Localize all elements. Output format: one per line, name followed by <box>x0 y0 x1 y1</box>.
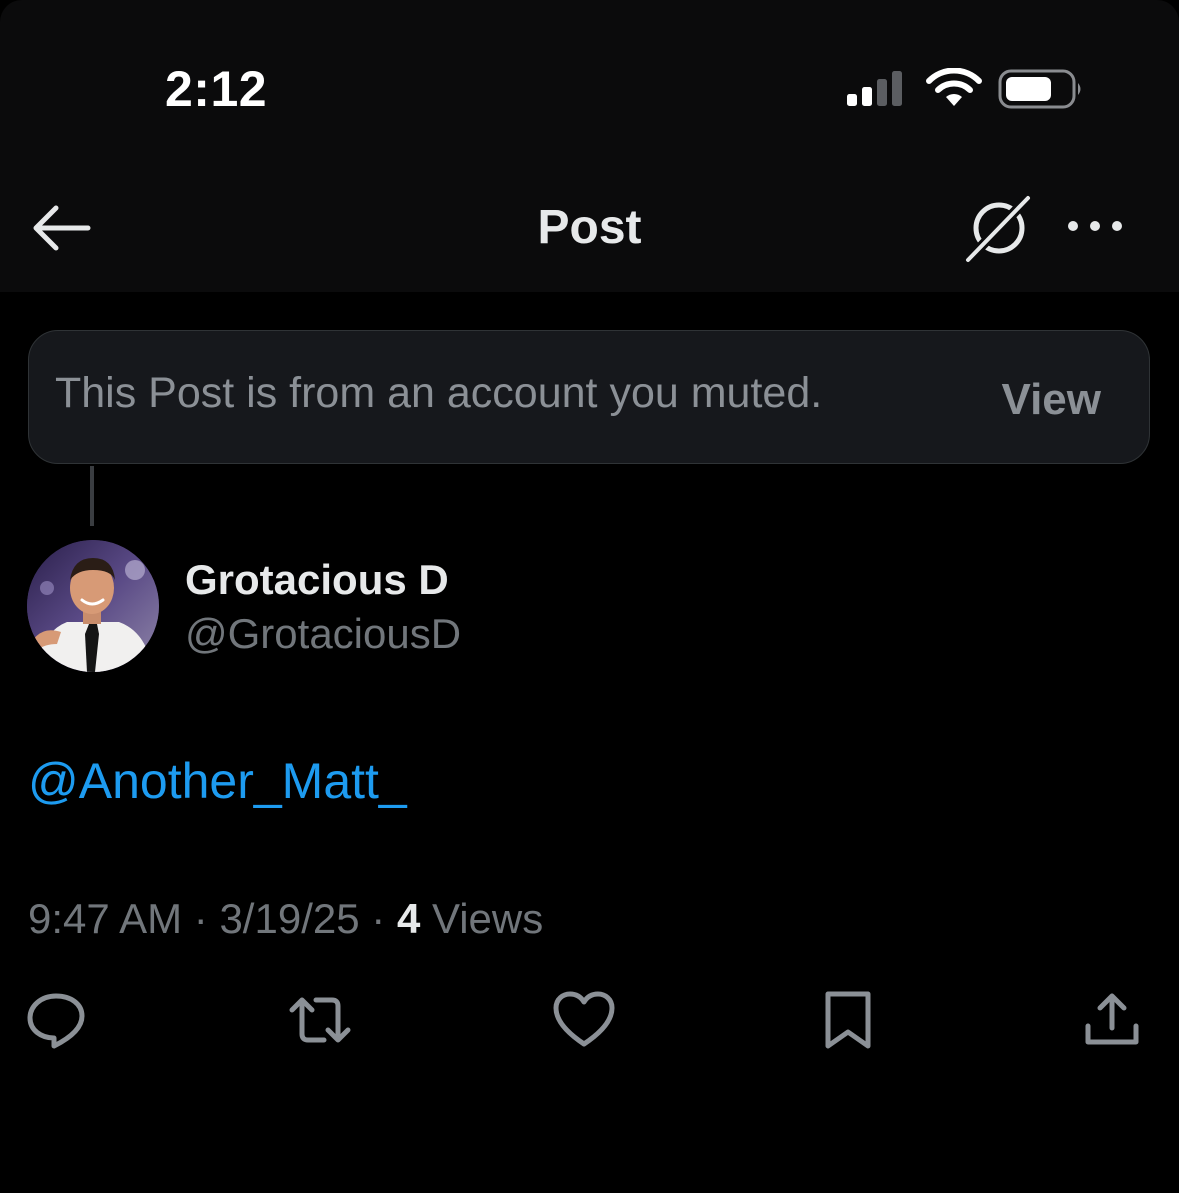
thread-connector-line <box>90 466 94 526</box>
more-options-button[interactable] <box>1062 208 1128 244</box>
muted-post-banner: This Post is from an account you muted. … <box>28 330 1150 464</box>
meta-separator: · <box>193 895 208 942</box>
view-muted-post-button[interactable]: View <box>1002 375 1101 425</box>
more-options-icon <box>1068 221 1122 231</box>
bookmark-icon <box>825 991 871 1049</box>
status-time: 2:12 <box>165 61 268 117</box>
views-count: 4 <box>396 895 421 942</box>
views-label: Views <box>431 895 544 942</box>
author-display-name[interactable]: Grotacious D <box>185 556 449 604</box>
avatar-photo <box>27 540 159 672</box>
post-mention-link[interactable]: @Another_Matt_ <box>28 752 407 810</box>
post-date: 3/19/25 <box>219 895 360 942</box>
nav-bar: Post <box>0 150 1179 292</box>
wifi-icon <box>926 68 982 106</box>
avatar[interactable] <box>27 540 159 672</box>
post-screen: 2:12 Post This Post is from an account y… <box>0 0 1179 1193</box>
like-icon <box>553 991 615 1047</box>
status-bar: 2:12 <box>0 0 1179 150</box>
repost-button[interactable] <box>288 988 352 1052</box>
reply-button[interactable] <box>24 988 88 1052</box>
battery-icon <box>998 69 1081 109</box>
grok-icon <box>964 194 1032 264</box>
post-time: 9:47 AM <box>28 895 183 942</box>
author-handle[interactable]: @GrotaciousD <box>185 610 461 658</box>
share-icon <box>1085 993 1139 1045</box>
grok-button[interactable] <box>962 192 1034 264</box>
bookmark-button[interactable] <box>816 988 880 1052</box>
post-metadata: 9:47 AM · 3/19/25 · 4 Views <box>28 895 543 943</box>
share-button[interactable] <box>1080 988 1144 1052</box>
meta-separator: · <box>371 895 386 942</box>
muted-post-notice: This Post is from an account you muted. <box>55 369 823 417</box>
like-button[interactable] <box>552 988 616 1052</box>
repost-icon <box>289 997 351 1043</box>
cellular-signal-icon <box>847 71 902 106</box>
reply-icon <box>27 993 85 1049</box>
